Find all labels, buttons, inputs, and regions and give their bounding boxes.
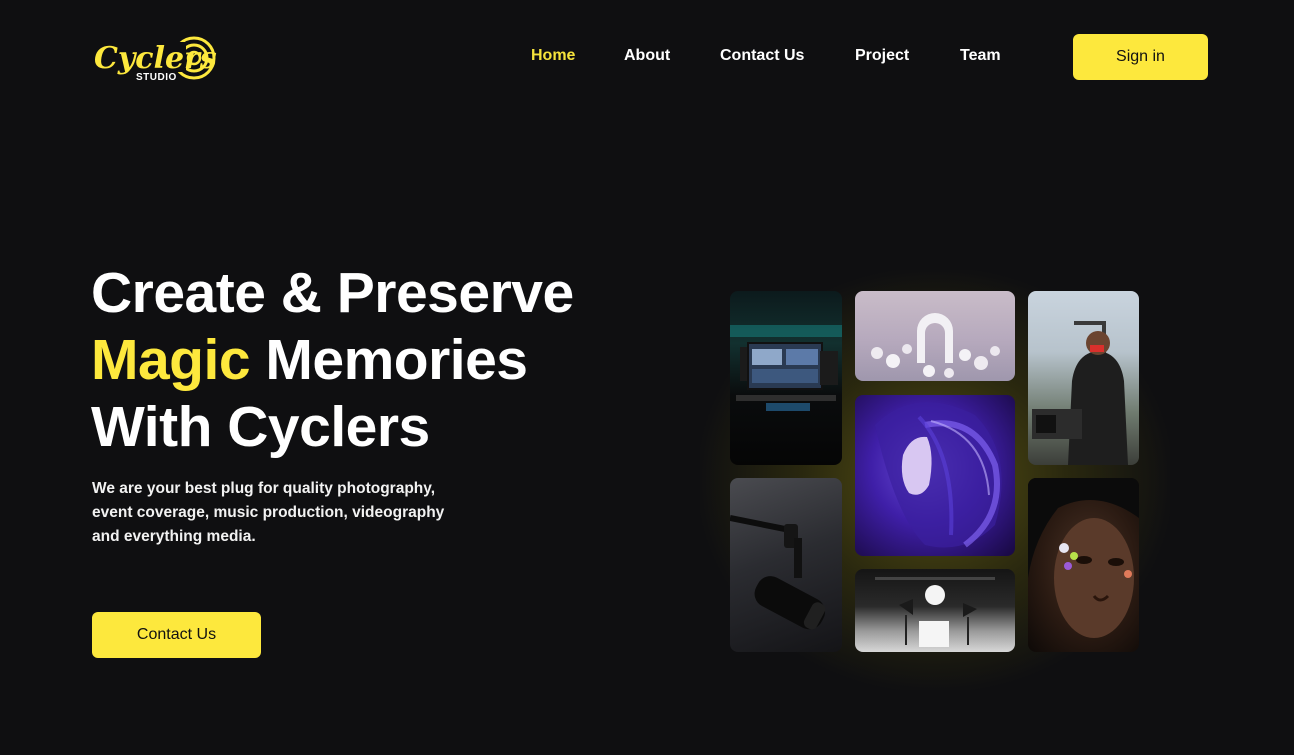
brand-logo[interactable]: Cyclers STUDIO — [92, 34, 218, 86]
gallery-image-3d-arch — [855, 291, 1015, 381]
nav-about[interactable]: About — [624, 47, 670, 65]
gallery-image-music-studio — [730, 291, 842, 465]
logo-subtext: STUDIO — [136, 72, 177, 83]
gallery-image-videographer — [1028, 291, 1139, 465]
nav-home[interactable]: Home — [531, 47, 575, 65]
hero-title-line1: Create & Preserve — [91, 261, 574, 325]
gallery-image-photo-studio — [855, 569, 1015, 652]
nav-contact-us[interactable]: Contact Us — [720, 47, 804, 65]
nav-project[interactable]: Project — [855, 47, 909, 65]
sign-in-button[interactable]: Sign in — [1073, 34, 1208, 80]
hero-subtitle: We are your best plug for quality photog… — [92, 480, 445, 545]
hero-title-accent: Magic — [91, 328, 251, 392]
gallery-image-woman-purple — [855, 395, 1015, 556]
hero-title-line3: With Cyclers — [91, 395, 430, 459]
landing-page: Cyclers STUDIO Home About Contact Us Pro… — [0, 0, 1294, 755]
contact-us-button[interactable]: Contact Us — [92, 612, 261, 658]
hero-title: Create & Preserve Magic Memories With Cy… — [91, 260, 651, 461]
hero-title-line2: Memories — [250, 328, 528, 392]
gallery-image-portrait-flowers — [1028, 478, 1139, 652]
gallery-image-microphone — [730, 478, 842, 652]
nav-team[interactable]: Team — [960, 47, 1001, 65]
svg-text:Cyclers: Cyclers — [94, 41, 217, 76]
